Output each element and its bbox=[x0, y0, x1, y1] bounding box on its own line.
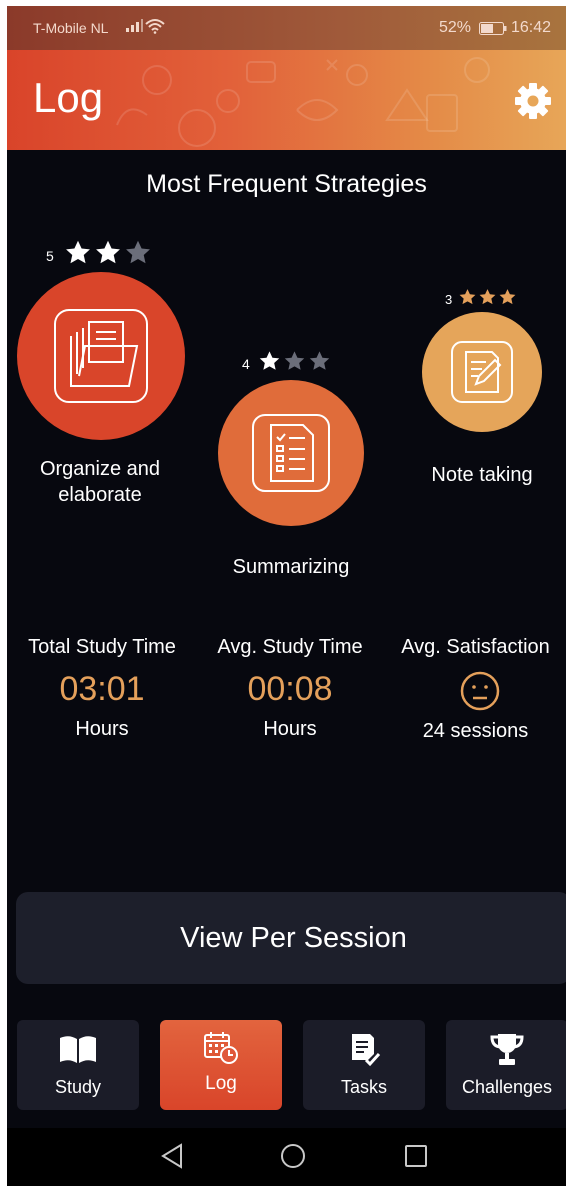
strategy-label: Note taking bbox=[431, 464, 533, 486]
task-list-icon bbox=[303, 1032, 425, 1073]
neutral-face-icon bbox=[459, 670, 501, 717]
star-empty-icon bbox=[284, 351, 305, 370]
calendar-clock-icon bbox=[160, 1030, 282, 1071]
gear-icon[interactable] bbox=[512, 80, 554, 122]
tab-label: Challenges bbox=[461, 1077, 553, 1097]
avg-study-time-value: 00:08 bbox=[247, 670, 333, 708]
wifi-icon bbox=[145, 18, 165, 38]
strategy-rank: 3 bbox=[445, 292, 453, 307]
tab-tasks[interactable]: Tasks bbox=[303, 1020, 425, 1110]
avg-satisfaction-label: Avg. Satisfaction bbox=[401, 636, 550, 658]
home-icon[interactable] bbox=[279, 1142, 307, 1175]
strategies-title: Most Frequent Strategies bbox=[146, 170, 427, 198]
strategy-label: Summarizing bbox=[232, 556, 350, 578]
star-filled-icon bbox=[66, 240, 90, 264]
star-filled-icon bbox=[459, 289, 476, 305]
folder-icon bbox=[17, 272, 185, 440]
sessions-count: 24 sessions bbox=[422, 720, 529, 742]
star-filled-icon bbox=[499, 289, 516, 305]
signal-icon bbox=[125, 19, 143, 37]
app-header: Log bbox=[7, 50, 566, 150]
tab-log[interactable]: Log bbox=[160, 1020, 282, 1110]
tab-challenges[interactable]: Challenges bbox=[446, 1020, 566, 1110]
tab-study[interactable]: Study bbox=[17, 1020, 139, 1110]
view-per-session-button[interactable]: View Per Session bbox=[16, 892, 566, 984]
note-pencil-icon bbox=[422, 312, 542, 432]
rating-stars bbox=[64, 239, 152, 266]
recents-icon[interactable] bbox=[403, 1142, 429, 1175]
checklist-icon bbox=[218, 380, 364, 526]
star-empty-icon bbox=[309, 351, 330, 370]
star-empty-icon bbox=[126, 240, 150, 264]
tab-label: Study bbox=[54, 1077, 102, 1097]
rating-stars bbox=[458, 288, 517, 306]
star-filled-icon bbox=[259, 351, 280, 370]
total-study-time-label: Total Study Time bbox=[28, 636, 176, 658]
phone-screen: T-Mobile NL 52% 16:42 Log Most Frequent … bbox=[7, 6, 566, 1186]
status-bar: T-Mobile NL 52% 16:42 bbox=[7, 6, 566, 50]
strategy-rank: 5 bbox=[46, 248, 54, 264]
trophy-icon bbox=[446, 1032, 566, 1073]
avg-study-time-label: Avg. Study Time bbox=[217, 636, 363, 658]
back-icon[interactable] bbox=[159, 1142, 185, 1175]
strategy-rank: 4 bbox=[242, 356, 250, 372]
tab-label: Log bbox=[205, 1073, 237, 1094]
rating-stars bbox=[258, 350, 331, 372]
book-icon bbox=[17, 1034, 139, 1069]
star-filled-icon bbox=[96, 240, 120, 264]
total-study-time-unit: Hours bbox=[75, 718, 129, 740]
carrier-name: T-Mobile NL bbox=[33, 20, 109, 36]
avg-study-time-unit: Hours bbox=[263, 718, 317, 740]
strategy-label: Organize and elaborate bbox=[39, 458, 161, 506]
system-nav-bar bbox=[7, 1128, 566, 1186]
clock: 16:42 bbox=[511, 19, 552, 36]
total-study-time-value: 03:01 bbox=[59, 670, 145, 708]
page-title: Log bbox=[33, 74, 104, 121]
tab-label: Tasks bbox=[340, 1077, 387, 1097]
battery-icon bbox=[479, 22, 507, 39]
battery-percent: 52% bbox=[439, 19, 472, 36]
star-filled-icon bbox=[479, 289, 496, 305]
